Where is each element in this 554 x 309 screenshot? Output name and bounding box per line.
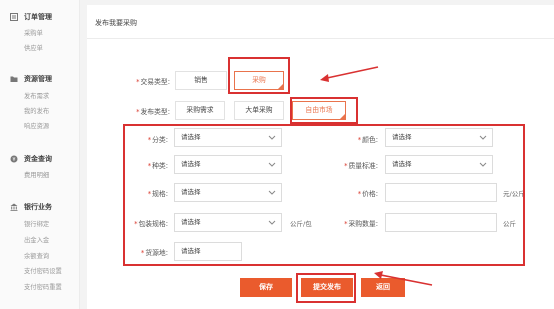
color-select[interactable]: 请选择 <box>385 128 493 147</box>
origin-label: *货源地: <box>140 249 168 257</box>
color-label: *颜色: <box>357 136 378 144</box>
sidebar-section-title: 资源管理 <box>24 75 52 83</box>
chevron-down-icon <box>479 162 487 167</box>
sidebar: 订单管理 采购单 供应单 资源管理 发布需求 我的发布 响应资源 ¥ 资金查询 … <box>0 0 80 309</box>
selected-corner-icon <box>277 83 284 90</box>
quality-select[interactable]: 请选择 <box>385 155 493 174</box>
spec-label: *规格: <box>147 190 168 198</box>
sidebar-item-bank-binding[interactable]: 银行绑定 <box>24 219 49 228</box>
sidebar-section-title: 银行业务 <box>24 203 52 211</box>
quality-label: *质量标准: <box>344 162 378 170</box>
sidebar-item-balance-query[interactable]: 余额查询 <box>24 251 49 260</box>
price-label: *价格: <box>357 190 378 198</box>
quality-select-value: 请选择 <box>392 160 412 168</box>
save-button[interactable]: 保存 <box>240 278 292 297</box>
price-input[interactable] <box>385 183 497 202</box>
divider <box>87 38 554 39</box>
sidebar-item-purchase-orders[interactable]: 采购单 <box>24 28 43 37</box>
trade-type-purchase-tab[interactable]: 采购 <box>234 71 284 90</box>
category-select-value: 请选择 <box>181 133 201 141</box>
sidebar-item-pay-password-set[interactable]: 支付密码设置 <box>24 266 62 275</box>
bank-icon <box>10 203 18 211</box>
package-spec-select-value: 请选择 <box>181 218 201 226</box>
price-unit: 元/公斤 <box>503 190 525 198</box>
chevron-down-icon <box>268 135 276 140</box>
page-title: 发布我要采购 <box>95 19 137 27</box>
sidebar-section-title: 资金查询 <box>24 155 52 163</box>
chevron-down-icon <box>268 190 276 195</box>
sidebar-item-deposit-withdraw[interactable]: 出金入金 <box>24 235 49 244</box>
package-spec-label: *包装规格: <box>134 220 168 228</box>
origin-input[interactable]: 请选择 <box>174 242 242 261</box>
sidebar-section-orders: 订单管理 <box>0 11 80 23</box>
publish-type-label: *发布类型: <box>136 108 170 116</box>
folder-icon <box>10 76 18 82</box>
sidebar-item-fee-details[interactable]: 费用明细 <box>24 170 49 179</box>
quantity-label: *采购数量: <box>344 220 378 228</box>
color-select-value: 请选择 <box>392 133 412 141</box>
sidebar-section-resources: 资源管理 <box>0 73 80 85</box>
sidebar-section-bank: 银行业务 <box>0 201 80 213</box>
quantity-input[interactable] <box>385 213 497 232</box>
variety-select-value: 请选择 <box>181 160 201 168</box>
sidebar-item-publish-demand[interactable]: 发布需求 <box>24 91 49 100</box>
package-spec-select[interactable]: 请选择 <box>174 213 282 232</box>
tab-label: 自由市场 <box>305 106 333 114</box>
sidebar-item-pay-password-reset[interactable]: 支付密码重置 <box>24 282 62 291</box>
package-spec-unit: 公斤/包 <box>290 220 312 228</box>
submit-button[interactable]: 提交发布 <box>301 278 353 297</box>
category-label: *分类: <box>147 136 168 144</box>
category-select[interactable]: 请选择 <box>174 128 282 147</box>
trade-type-label: *交易类型: <box>136 78 170 86</box>
sidebar-item-my-posts[interactable]: 我的发布 <box>24 106 49 115</box>
selected-corner-icon <box>339 113 346 120</box>
spec-select-value: 请选择 <box>181 188 201 196</box>
list-icon <box>10 13 18 21</box>
svg-text:¥: ¥ <box>12 157 15 163</box>
publish-type-bulk-tab[interactable]: 大单采购 <box>234 101 284 120</box>
spec-select[interactable]: 请选择 <box>174 183 282 202</box>
variety-label: *种类: <box>147 162 168 170</box>
tab-label: 采购 <box>252 76 266 84</box>
chevron-down-icon <box>268 162 276 167</box>
chevron-down-icon <box>268 220 276 225</box>
money-icon: ¥ <box>10 155 18 163</box>
variety-select[interactable]: 请选择 <box>174 155 282 174</box>
sidebar-item-supply-orders[interactable]: 供应单 <box>24 43 43 52</box>
sidebar-section-title: 订单管理 <box>24 13 52 21</box>
back-button[interactable]: 返回 <box>361 278 405 297</box>
chevron-down-icon <box>479 135 487 140</box>
publish-type-demand-tab[interactable]: 采购需求 <box>175 101 225 120</box>
sidebar-section-funds: ¥ 资金查询 <box>0 153 80 165</box>
publish-type-free-market-tab[interactable]: 自由市场 <box>292 101 346 120</box>
trade-type-sell-tab[interactable]: 销售 <box>175 71 227 90</box>
sidebar-item-response-resources[interactable]: 响应资源 <box>24 121 49 130</box>
quantity-unit: 公斤 <box>503 220 516 228</box>
